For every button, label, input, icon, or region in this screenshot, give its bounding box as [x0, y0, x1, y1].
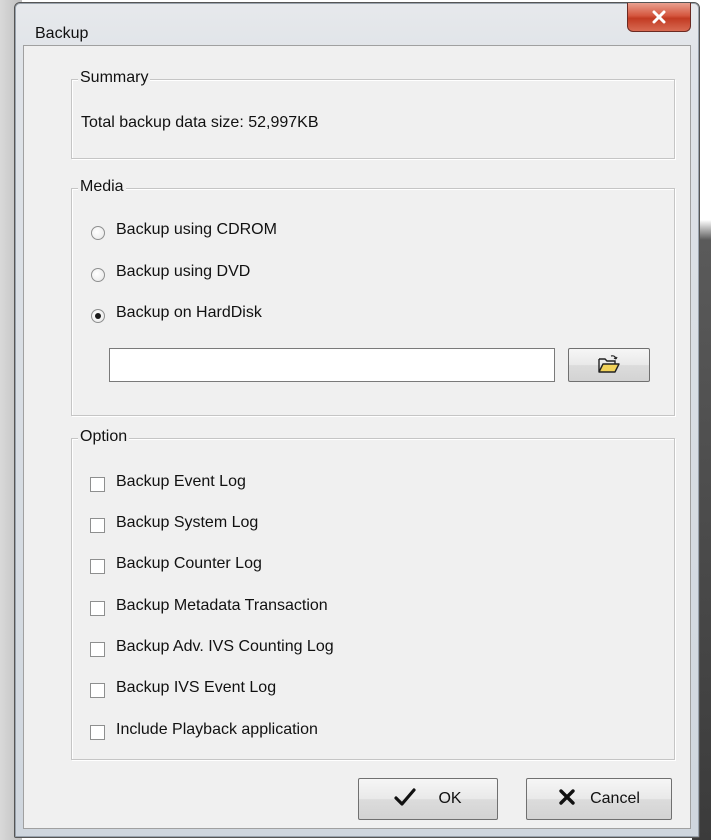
checkbox-backup-event-log-label[interactable]: Backup Event Log [116, 473, 246, 491]
option-legend: Option [78, 428, 130, 446]
browse-folder-button[interactable] [568, 348, 650, 382]
title-bar[interactable]: Backup [15, 3, 699, 43]
checkbox-backup-metadata-transaction[interactable] [90, 601, 105, 616]
open-folder-icon [598, 355, 620, 373]
backup-dialog: Backup Summary Total backup data size: 5… [14, 2, 700, 838]
checkbox-include-playback-application-label[interactable]: Include Playback application [116, 721, 318, 739]
checkbox-include-playback-application[interactable] [90, 725, 105, 740]
checkbox-backup-counter-log-label[interactable]: Backup Counter Log [116, 555, 262, 573]
ok-button[interactable]: OK [358, 778, 498, 820]
summary-group: Summary Total backup data size: 52,997KB [71, 69, 675, 159]
radio-backup-dvd-label[interactable]: Backup using DVD [116, 263, 250, 281]
radio-backup-harddisk[interactable] [91, 309, 105, 323]
x-mark-icon [558, 788, 576, 811]
media-legend: Media [78, 178, 126, 196]
checkbox-backup-ivs-event-log[interactable] [90, 683, 105, 698]
checkbox-backup-metadata-transaction-label[interactable]: Backup Metadata Transaction [116, 597, 328, 615]
checkmark-icon [394, 787, 417, 811]
cancel-button[interactable]: Cancel [526, 778, 672, 820]
dialog-client-area: Summary Total backup data size: 52,997KB… [23, 45, 691, 829]
radio-backup-harddisk-label[interactable]: Backup on HardDisk [116, 304, 262, 322]
checkbox-backup-system-log[interactable] [90, 518, 105, 533]
radio-backup-dvd[interactable] [91, 268, 105, 282]
backup-path-input[interactable] [109, 348, 555, 382]
radio-backup-cdrom-label[interactable]: Backup using CDROM [116, 221, 277, 239]
checkbox-backup-counter-log[interactable] [90, 559, 105, 574]
checkbox-backup-adv-ivs-counting-log[interactable] [90, 642, 105, 657]
checkbox-backup-event-log[interactable] [90, 477, 105, 492]
close-button[interactable] [627, 3, 691, 32]
ok-button-label: OK [438, 790, 462, 807]
total-backup-size-text: Total backup data size: 52,997KB [81, 114, 319, 131]
cancel-button-label: Cancel [590, 790, 640, 807]
window-title: Backup [35, 25, 89, 42]
checkbox-backup-ivs-event-log-label[interactable]: Backup IVS Event Log [116, 679, 276, 697]
summary-legend: Summary [78, 69, 151, 87]
close-icon [652, 10, 666, 24]
radio-backup-cdrom[interactable] [91, 226, 105, 240]
checkbox-backup-adv-ivs-counting-log-label[interactable]: Backup Adv. IVS Counting Log [116, 638, 334, 656]
checkbox-backup-system-log-label[interactable]: Backup System Log [116, 514, 258, 532]
